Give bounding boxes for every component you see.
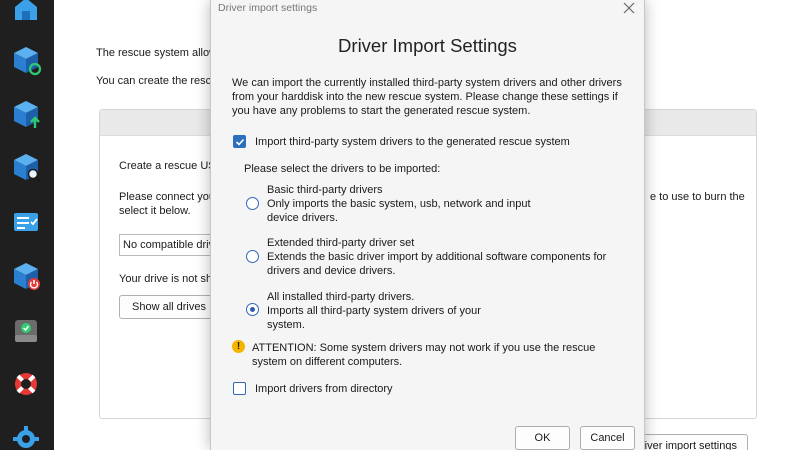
ok-button[interactable]: OK — [515, 426, 570, 450]
radio-basic-drivers[interactable] — [246, 197, 259, 210]
option-extended-description: Extends the basic driver import by addit… — [267, 251, 607, 277]
connect-text-1: Please connect you — [119, 191, 216, 203]
dialog-titlebar: Driver import settings — [211, 0, 644, 20]
power-off-icon[interactable] — [9, 259, 43, 293]
option-basic-description: Only imports the basic system, usb, netw… — [267, 198, 531, 224]
import-third-party-checkbox[interactable] — [233, 135, 246, 148]
intro-line-1: The rescue system allow — [96, 47, 218, 59]
radio-all-drivers[interactable] — [246, 303, 259, 316]
create-usb-text: Create a rescue US — [119, 160, 216, 172]
burn-text: e to use to burn the — [650, 191, 745, 203]
option-basic-title: Basic third-party drivers — [267, 184, 383, 196]
checkmark-icon — [235, 138, 245, 146]
driver-import-dialog: Driver import settings Driver Import Set… — [210, 0, 645, 450]
option-all-drivers[interactable]: All installed third-party drivers. Impor… — [267, 290, 507, 332]
backup-upload-icon[interactable] — [9, 97, 43, 131]
dialog-intro: We can import the currently installed th… — [232, 77, 622, 117]
option-extended-drivers[interactable]: Extended third-party driver set Extends … — [267, 236, 607, 278]
settings-gear-icon[interactable] — [9, 422, 43, 450]
attention-text: ATTENTION: Some system drivers may not w… — [252, 342, 596, 368]
radio-extended-drivers[interactable] — [246, 250, 259, 263]
drive-not-shown-text: Your drive is not sh — [119, 273, 213, 285]
drive-check-icon[interactable] — [9, 314, 43, 348]
intro-line-2: You can create the rescu — [96, 75, 218, 87]
backup-refresh-icon[interactable] — [9, 43, 43, 77]
option-all-description: Imports all third-party system drivers o… — [267, 305, 481, 331]
dialog-heading: Driver Import Settings — [338, 35, 517, 56]
show-all-drives-button[interactable]: Show all drives — [119, 295, 219, 319]
option-basic-drivers[interactable]: Basic third-party drivers Only imports t… — [267, 183, 547, 225]
import-directory-label[interactable]: Import drivers from directory — [255, 383, 393, 395]
warning-icon: ! — [232, 340, 245, 353]
rescue-lifebuoy-icon[interactable] — [9, 367, 43, 401]
option-all-title: All installed third-party drivers. — [267, 291, 415, 303]
cancel-button[interactable]: Cancel — [580, 426, 635, 450]
home-icon[interactable] — [9, 0, 43, 26]
import-third-party-label[interactable]: Import third-party system drivers to the… — [255, 136, 570, 148]
import-directory-checkbox[interactable] — [233, 382, 246, 395]
dialog-window-title: Driver import settings — [218, 2, 318, 14]
driver-import-settings-button[interactable]: river import settings — [632, 434, 748, 450]
connect-text-2: select it below. — [119, 205, 191, 217]
select-prompt: Please select the drivers to be imported… — [244, 163, 441, 175]
option-extended-title: Extended third-party driver set — [267, 237, 415, 249]
drive-select[interactable]: No compatible driv — [119, 234, 219, 256]
close-icon[interactable] — [622, 1, 636, 15]
task-list-icon[interactable] — [9, 205, 43, 239]
search-backup-icon[interactable] — [9, 150, 43, 184]
app-sidebar — [0, 0, 54, 450]
